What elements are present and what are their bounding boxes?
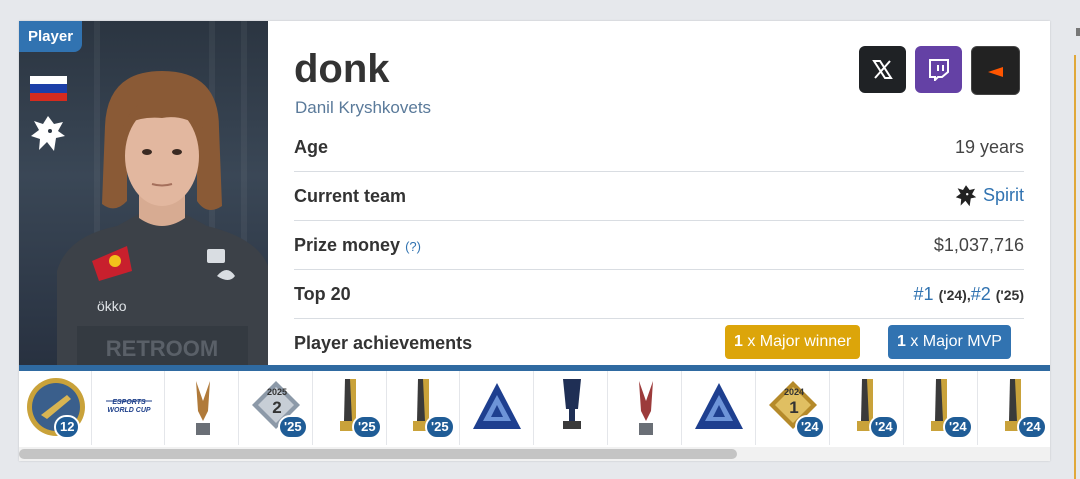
trophy-item[interactable]: '25 <box>387 371 460 445</box>
blue-cup-icon <box>563 379 581 429</box>
trophy-item[interactable]: '25 <box>314 371 387 445</box>
major-mvp-badge[interactable]: 1 x Major MVP <box>888 325 1011 359</box>
twitch-button[interactable] <box>915 46 962 93</box>
blast-triangle-icon <box>695 383 743 429</box>
twitch-icon <box>929 59 949 81</box>
esports-world-cup-text: ESPORTS WORLD CUP <box>107 399 151 414</box>
major-winner-count: 1 <box>734 333 743 350</box>
trophy-badge: '25 <box>278 415 308 439</box>
player-nickname: donk <box>294 47 390 91</box>
page-edge-marker <box>1076 28 1080 36</box>
age-label: Age <box>294 137 329 157</box>
prize-money-label: Prize money (?) <box>294 235 421 256</box>
russia-flag-icon <box>30 76 67 101</box>
trophy-item[interactable]: 2024 1 '24 <box>757 371 830 445</box>
trophy-item[interactable]: ESPORTS WORLD CUP <box>92 371 165 445</box>
current-team-row: Current team Spirit <box>294 172 1024 221</box>
trophy-item[interactable] <box>609 371 682 445</box>
trophy-item[interactable] <box>683 371 756 445</box>
major-winner-text: x Major winner <box>742 333 852 350</box>
trophy-badge: '25 <box>425 415 455 439</box>
spirit-dragon-icon <box>955 185 977 207</box>
faceit-button[interactable] <box>971 46 1020 95</box>
current-team-label: Current team <box>294 186 407 206</box>
svg-text:ökko: ökko <box>97 298 127 314</box>
trophy-badge: '24 <box>795 415 825 439</box>
svg-text:RETROOM: RETROOM <box>106 336 218 361</box>
award-year: 2024 <box>783 387 805 397</box>
trophy-scrollbar[interactable] <box>19 447 1050 461</box>
trophy-badge: '24 <box>943 415 973 439</box>
top20-year: ('24) <box>938 287 967 303</box>
trophy-item[interactable] <box>166 371 239 445</box>
x-twitter-button[interactable] <box>859 46 906 93</box>
top20-year: ('25) <box>995 287 1024 303</box>
top20-row: Top 20 #1 ('24),#2 ('25) <box>294 270 1024 319</box>
prize-money-value: $1,037,716 <box>933 235 1024 255</box>
major-mvp-count: 1 <box>897 333 906 350</box>
page-edge-border <box>1074 55 1080 479</box>
trophy-item[interactable]: 12 <box>19 371 92 445</box>
trophy-badge: '24 <box>869 415 899 439</box>
age-value: 19 years <box>954 137 1024 157</box>
achievements-row: Player achievements 1 x Major winner 1 x… <box>294 319 1024 367</box>
x-twitter-icon <box>872 60 893 79</box>
player-tag: Player <box>19 21 83 52</box>
top20-rank-link[interactable]: #2 <box>971 284 991 304</box>
spirit-dragon-icon <box>31 116 65 151</box>
top20-rank-link[interactable]: #1 <box>914 284 934 304</box>
blast-triangle-icon <box>473 383 521 429</box>
trophy-item[interactable]: '24 <box>831 371 904 445</box>
prize-money-row: Prize money (?) $1,037,716 <box>294 221 1024 270</box>
trophy-item[interactable] <box>461 371 534 445</box>
award-year: 2025 <box>266 387 288 397</box>
trophy-item[interactable] <box>535 371 608 445</box>
player-portrait: RETROOM ökko <box>57 71 268 365</box>
player-info-table: Age 19 years Current team Spirit Prize m… <box>294 123 1024 367</box>
trophy-strip: 12 ESPORTS WORLD CUP 2025 2 '25 '25 '25 … <box>19 371 1050 447</box>
achievements-label: Player achievements <box>294 333 473 353</box>
top20-label: Top 20 <box>294 284 351 304</box>
age-row: Age 19 years <box>294 123 1024 172</box>
trophy-badge: 12 <box>54 415 81 439</box>
major-mvp-text: x Major MVP <box>905 333 1002 350</box>
trophy-item[interactable]: '24 <box>979 371 1050 445</box>
trophy-item[interactable]: 2025 2 '25 <box>240 371 313 445</box>
faceit-icon <box>988 67 1003 77</box>
prize-money-label-text: Prize money <box>294 235 401 255</box>
bronze-trophy-icon <box>196 381 210 435</box>
trophy-badge: '24 <box>1017 415 1047 439</box>
red-trophy-icon <box>639 381 653 435</box>
scrollbar-thumb[interactable] <box>19 449 737 459</box>
player-card: RETROOM ökko Player donk Danil Kryshkove… <box>19 21 1050 461</box>
prize-money-help-link[interactable]: (?) <box>405 239 421 254</box>
trophy-badge: '25 <box>352 415 382 439</box>
player-real-name: Danil Kryshkovets <box>295 98 432 117</box>
player-photo-panel: RETROOM ökko Player <box>19 21 268 365</box>
top20-value: #1 ('24),#2 ('25) <box>914 284 1024 305</box>
trophy-item[interactable]: '24 <box>905 371 978 445</box>
current-team-name[interactable]: Spirit <box>983 185 1024 205</box>
current-team-link[interactable]: Spirit <box>955 184 1024 208</box>
major-winner-badge[interactable]: 1 x Major winner <box>725 325 861 359</box>
